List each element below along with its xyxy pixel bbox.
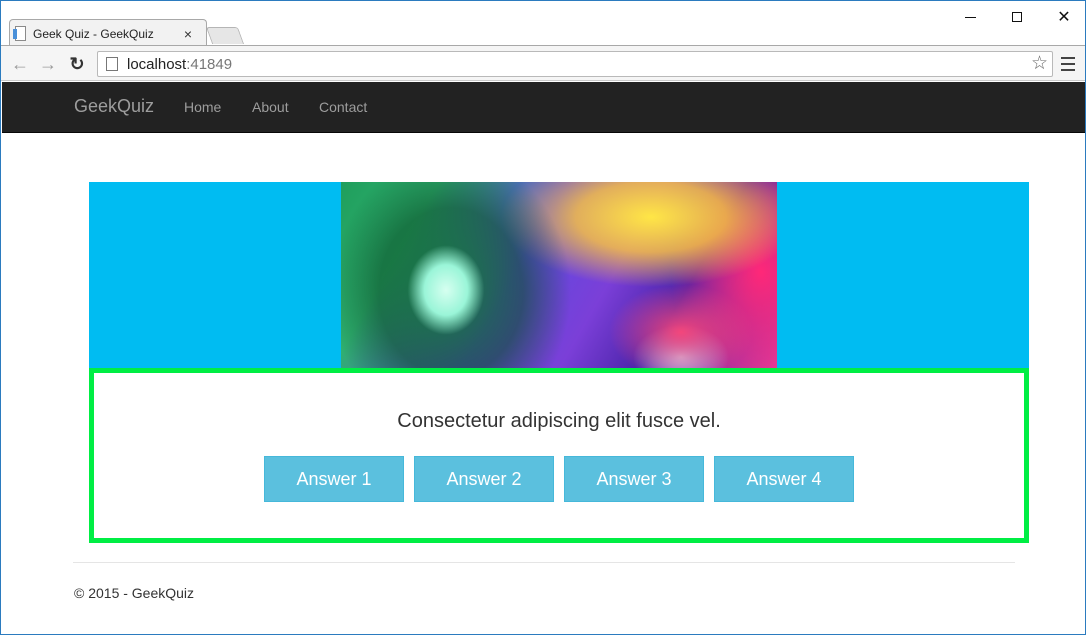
tab-strip: Geek Quiz - GeekQuiz × ✕ [1, 1, 1085, 46]
maximize-button[interactable] [1003, 7, 1031, 27]
footer-copyright: © 2015 - GeekQuiz [74, 585, 195, 601]
footer-divider [73, 562, 1015, 563]
minimize-button[interactable] [956, 7, 984, 27]
reload-button[interactable]: ↻ [67, 54, 87, 74]
site-navbar: GeekQuiz Home About Contact [2, 82, 1085, 133]
nav-link-contact[interactable]: Contact [319, 99, 367, 115]
reload-icon: ↻ [69, 53, 85, 74]
forward-arrow-icon: → [39, 53, 57, 74]
answer-4-button[interactable]: Answer 4 [714, 456, 854, 502]
forward-button[interactable]: → [38, 54, 58, 74]
answer-options: Answer 1 Answer 2 Answer 3 Answer 4 [264, 456, 854, 502]
tab-title: Geek Quiz - GeekQuiz [33, 27, 154, 41]
question-text: Consectetur adipiscing elit fusce vel. [397, 410, 721, 432]
close-icon: ✕ [1057, 9, 1071, 26]
back-arrow-icon: ← [11, 53, 29, 74]
quiz-hero-banner [89, 182, 1029, 368]
bookmark-star-icon[interactable]: ☆ [1031, 54, 1048, 74]
new-tab-button[interactable] [205, 27, 245, 44]
back-button[interactable]: ← [10, 54, 30, 74]
answer-3-button[interactable]: Answer 3 [564, 456, 704, 502]
browser-window: Geek Quiz - GeekQuiz × ✕ ← → ↻ localhost… [0, 0, 1086, 635]
tab-active[interactable]: Geek Quiz - GeekQuiz × [13, 25, 203, 43]
brand-link[interactable]: GeekQuiz [74, 96, 154, 117]
page-icon [106, 57, 118, 71]
minimize-icon [964, 16, 976, 18]
answer-1-button[interactable]: Answer 1 [264, 456, 404, 502]
browser-menu-hamburger-icon[interactable] [1061, 57, 1075, 71]
url-port: :41849 [186, 55, 233, 73]
maximize-icon [1012, 12, 1022, 22]
browser-toolbar: ← → ↻ localhost:41849 ☆ [1, 45, 1085, 81]
window-close-button[interactable]: ✕ [1050, 7, 1078, 27]
nav-link-about[interactable]: About [252, 99, 289, 115]
answer-2-button[interactable]: Answer 2 [414, 456, 554, 502]
question-panel: Consectetur adipiscing elit fusce vel. A… [89, 368, 1029, 543]
address-bar[interactable]: localhost:41849 ☆ [97, 51, 1053, 77]
tab-close-icon[interactable]: × [181, 26, 195, 42]
url-host: localhost [127, 55, 187, 73]
hero-image [341, 182, 777, 368]
favicon-page-icon [13, 26, 27, 42]
url-text[interactable]: localhost:41849 [127, 56, 232, 73]
nav-link-home[interactable]: Home [184, 99, 221, 115]
